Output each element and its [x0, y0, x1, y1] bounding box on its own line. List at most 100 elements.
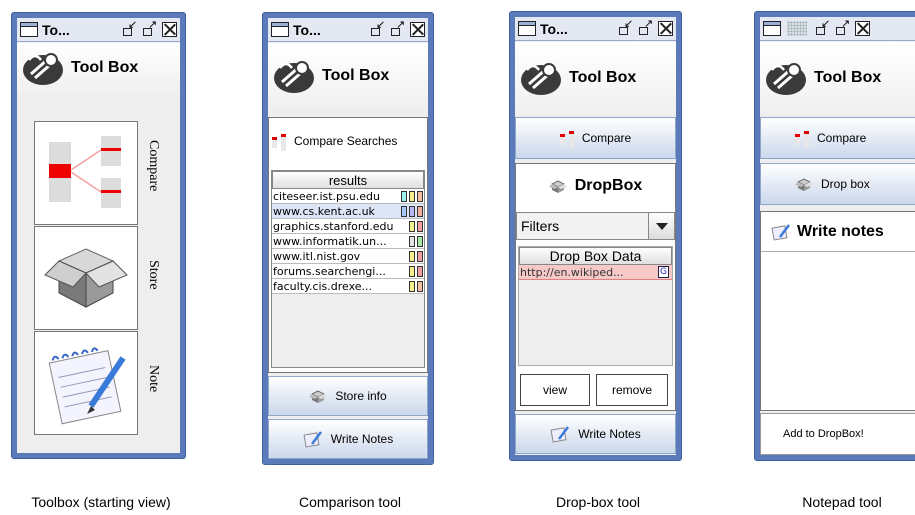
toolbox-logo-icon [766, 63, 806, 95]
close-icon[interactable] [410, 22, 425, 37]
write-notes-label: Write Notes [330, 432, 394, 446]
close-icon[interactable] [658, 21, 673, 36]
dropbox-icon [795, 178, 813, 191]
compare-tab[interactable] [34, 121, 138, 225]
toolbox-logo-icon [274, 61, 314, 93]
compare-button-label: Compare [581, 131, 632, 145]
toolbox-header: Tool Box [17, 43, 180, 93]
close-icon[interactable] [855, 21, 870, 36]
toolbox-title: Tool Box [569, 69, 637, 86]
minimize-icon[interactable] [815, 19, 830, 36]
window-icon [271, 22, 289, 37]
table-row[interactable]: citeseer.ist.psu.edu [272, 189, 424, 204]
compare-section-header: Compare Searches [269, 118, 427, 164]
caption-comparison-tool: Comparison tool [299, 494, 401, 510]
note-tab-label: Note [146, 365, 161, 393]
dropbox-data-table: Drop Box Data http://en.wikiped... G [518, 246, 673, 366]
window-body: Tool Box Compare Drop box Write notes [760, 17, 915, 455]
results-header: results [272, 171, 424, 189]
toolbox-window-dropbox: To... Tool Box Compare [509, 11, 682, 461]
notes-textarea[interactable] [761, 256, 915, 410]
filters-select[interactable]: Filters [516, 212, 675, 240]
store-tab-label: Store [146, 260, 161, 290]
compare-panel: Compare Searches results citeseer.ist.ps… [268, 117, 428, 373]
write-notes-button[interactable]: Write Notes [515, 414, 676, 454]
maximize-icon[interactable] [835, 19, 850, 36]
store-tab[interactable] [34, 226, 138, 330]
caption-notepad-tool: Notepad tool [802, 494, 882, 510]
write-notes-icon [303, 431, 322, 448]
compare-diagram-icon [49, 136, 121, 208]
write-notes-icon [550, 426, 570, 443]
add-to-dropbox-button[interactable]: Add to DropBox! [760, 413, 915, 455]
title-bar: To... [268, 18, 428, 42]
minimize-icon[interactable] [122, 20, 137, 37]
toolbox-header: Tool Box [760, 42, 915, 114]
caption-starting-view: Toolbox (starting view) [31, 494, 171, 510]
title-bar: To... [17, 18, 180, 42]
table-row[interactable]: www.informatik.un... [272, 234, 424, 249]
toolbox-logo-icon [521, 63, 561, 95]
compare-button-label: Compare [817, 131, 867, 145]
dropbox-store-icon [44, 248, 128, 308]
title-bar: To... [515, 17, 676, 41]
table-row[interactable]: www.cs.kent.ac.uk [272, 204, 424, 219]
title-placeholder [787, 21, 807, 36]
notepad-icon [48, 347, 126, 425]
compare-icon [559, 131, 574, 148]
google-badge-icon: G [658, 266, 669, 278]
toolbox-logo-icon [23, 53, 63, 85]
minimize-icon[interactable] [618, 19, 633, 36]
view-button[interactable]: view [520, 374, 590, 406]
notepad-title: Write notes [797, 222, 884, 240]
window-title: To... [293, 21, 321, 38]
remove-button[interactable]: remove [596, 374, 668, 406]
note-tab[interactable] [34, 331, 138, 435]
notepad-panel: Write notes [760, 211, 915, 411]
dropbox-data-header: Drop Box Data [519, 247, 672, 265]
table-row[interactable]: http://en.wikiped... G [519, 265, 672, 280]
maximize-icon[interactable] [142, 20, 157, 37]
window-body: To... Tool Box Compare [515, 17, 676, 455]
dropbox-title: DropBox [574, 177, 643, 194]
caption-dropbox-tool: Drop-box tool [555, 494, 641, 510]
compare-tab-label: Compare [146, 140, 161, 192]
table-row[interactable]: www.itl.nist.gov [272, 249, 424, 264]
results-table: results citeseer.ist.psu.edu www.cs.kent… [271, 170, 425, 368]
toolbox-title: Tool Box [814, 69, 882, 86]
toolbox-header: Tool Box [515, 42, 676, 114]
compare-button[interactable]: Compare [515, 117, 676, 159]
table-row[interactable]: faculty.cis.drexe... [272, 279, 424, 294]
toolbox-window-compare: To... Tool Box Compare Searches resul [262, 12, 434, 465]
minimize-icon[interactable] [370, 20, 385, 37]
store-info-label: Store info [335, 389, 387, 403]
table-row[interactable]: forums.searchengi... [272, 264, 424, 279]
dropbox-button[interactable]: Drop box [760, 163, 915, 205]
close-icon[interactable] [162, 22, 177, 37]
write-notes-icon [771, 223, 790, 241]
window-icon [20, 22, 38, 37]
dropbox-icon [548, 180, 567, 193]
toolbox-window-notepad: Tool Box Compare Drop box Write notes [754, 11, 915, 461]
chevron-down-icon[interactable] [648, 213, 674, 239]
title-bar [760, 17, 915, 41]
window-icon [763, 21, 781, 36]
window-body: To... Tool Box Compare Searches resul [268, 18, 428, 459]
toolbox-title: Tool Box [71, 59, 139, 76]
compare-button[interactable]: Compare [760, 117, 915, 159]
store-info-button[interactable]: Store info [268, 376, 428, 416]
write-notes-button[interactable]: Write Notes [268, 419, 428, 459]
table-row[interactable]: graphics.stanford.edu [272, 219, 424, 234]
notepad-section-header: Write notes [761, 212, 915, 252]
toolbox-window-start: To... Tool Box [11, 12, 186, 459]
window-body: To... Tool Box [17, 18, 180, 453]
store-box-icon [309, 390, 328, 403]
dropbox-button-label: Drop box [821, 177, 870, 191]
maximize-icon[interactable] [390, 20, 405, 37]
toolbox-title: Tool Box [322, 67, 390, 84]
filters-label: Filters [521, 218, 560, 234]
compare-icon [272, 134, 286, 151]
maximize-icon[interactable] [638, 19, 653, 36]
dropbox-panel: DropBox Filters Drop Box Data http://en.… [515, 163, 676, 411]
dropbox-section-header: DropBox [516, 164, 675, 208]
